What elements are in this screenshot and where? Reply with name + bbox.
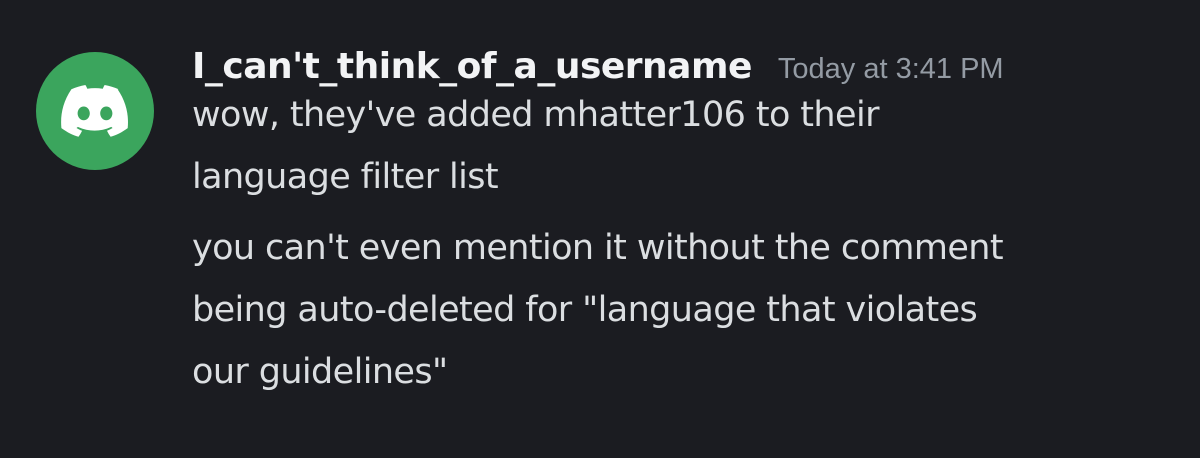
message-content: I_can't_think_of_a_username Today at 3:4… [192, 46, 1180, 403]
message-line: language filter list [192, 157, 499, 197]
discord-logo-icon [61, 85, 128, 137]
message-paragraph: you can't even mention it without the co… [192, 217, 1180, 403]
message-line: our guidelines" [192, 352, 448, 392]
username[interactable]: I_can't_think_of_a_username [192, 46, 752, 87]
message-header: I_can't_think_of_a_username Today at 3:4… [192, 46, 1180, 87]
chat-message: I_can't_think_of_a_username Today at 3:4… [0, 0, 1200, 458]
message-line: you can't even mention it without the co… [192, 228, 1004, 268]
message-line: wow, they've added mhatter106 to their [192, 95, 879, 135]
avatar[interactable] [36, 52, 154, 170]
message-paragraph: wow, they've added mhatter106 to their l… [192, 84, 1180, 208]
message-line: being auto-deleted for "language that vi… [192, 290, 978, 330]
timestamp[interactable]: Today at 3:41 PM [778, 53, 1004, 86]
